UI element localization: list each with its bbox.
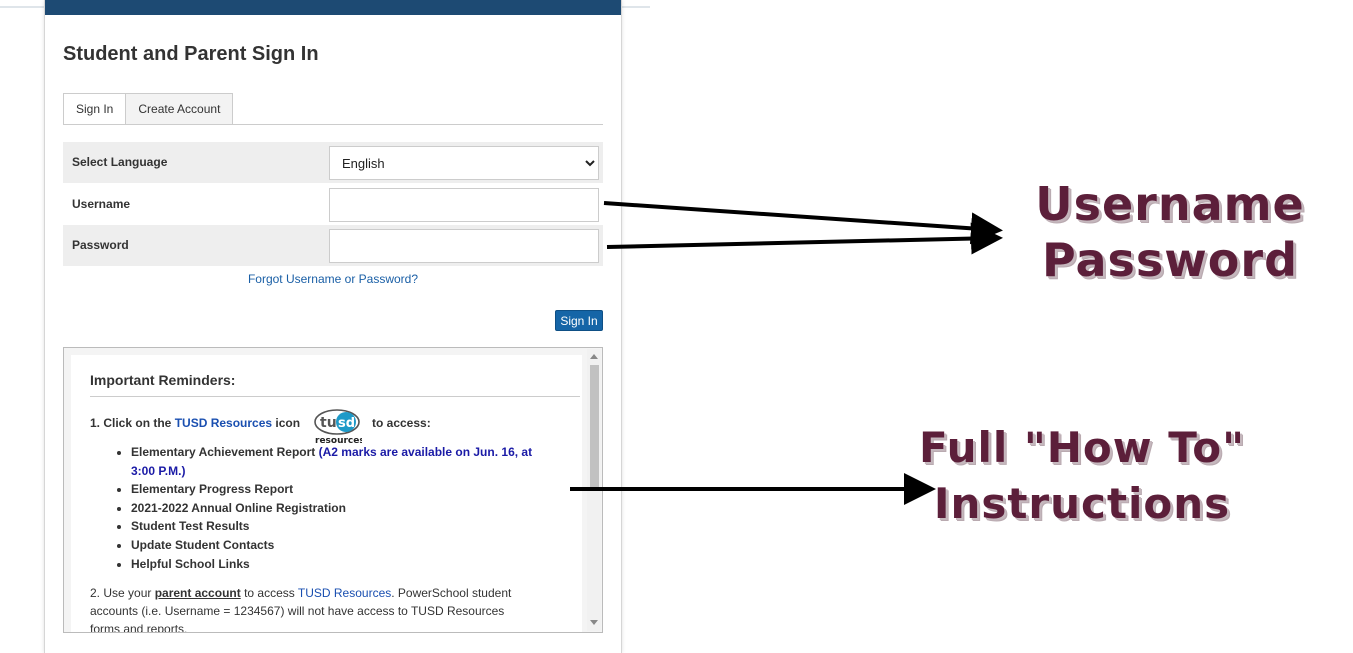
list-item-text: Elementary Progress Report	[131, 482, 294, 497]
list-item-text: Student Test Results	[131, 519, 250, 534]
header-bar	[45, 0, 621, 15]
arrow-username	[603, 201, 1003, 245]
tusd-resources-link[interactable]: TUSD Resources	[175, 416, 272, 430]
tusd-resources-link-2[interactable]: TUSD Resources	[298, 586, 391, 600]
forgot-credentials-link[interactable]: Forgot Username or Password?	[63, 272, 603, 286]
language-select[interactable]: English	[329, 146, 599, 180]
annotation-username-password: Username Password	[980, 176, 1353, 288]
password-label: Password	[72, 238, 129, 252]
tab-bar: Sign In Create Account	[63, 93, 234, 125]
annotation-how-to-line1: Full "How To"	[918, 423, 1246, 472]
sign-in-panel: Student and Parent Sign In Sign In Creat…	[44, 0, 622, 653]
step-2-mid: to access	[244, 586, 295, 600]
language-label: Select Language	[72, 155, 168, 169]
page-title: Student and Parent Sign In	[63, 43, 319, 65]
username-label: Username	[72, 197, 131, 211]
reminders-scrollbar[interactable]	[587, 349, 601, 631]
tab-divider	[63, 124, 603, 125]
step-2-text: 2. Use your parent account to access TUS…	[90, 584, 520, 632]
arrow-password	[606, 222, 1003, 255]
scroll-up-arrow-icon[interactable]	[590, 354, 598, 359]
password-row: Password	[63, 225, 603, 266]
list-item-text: 2021-2022 Annual Online Registration	[131, 500, 346, 515]
scroll-down-arrow-icon[interactable]	[590, 620, 598, 625]
password-input[interactable]	[329, 229, 599, 263]
sign-in-button[interactable]: Sign In	[555, 310, 603, 331]
annotation-how-to-line2: Instructions	[933, 479, 1231, 528]
parent-account-link[interactable]: parent account	[155, 586, 241, 600]
list-item: Helpful School Links	[131, 555, 537, 574]
step-1-mid: icon	[275, 416, 301, 430]
annotation-username: Username	[1035, 177, 1305, 231]
tab-create-account[interactable]: Create Account	[126, 93, 234, 125]
list-item: Elementary Progress Report	[131, 480, 537, 499]
annotation-password: Password	[1042, 233, 1298, 287]
language-row: Select Language English	[63, 142, 603, 183]
resources-list: Elementary Achievement Report (A2 marks …	[117, 443, 537, 573]
tusd-logo-tu: tu	[320, 415, 337, 431]
list-item: Elementary Achievement Report (A2 marks …	[131, 443, 537, 480]
scroll-thumb[interactable]	[590, 365, 599, 487]
step-2-prefix: 2. Use your	[90, 586, 152, 600]
tusd-logo-sd: sd	[338, 416, 355, 431]
annotation-how-to: Full "How To" Instructions	[892, 420, 1272, 532]
list-item-text: Elementary Achievement Report	[131, 445, 316, 459]
list-item: 2021-2022 Annual Online Registration	[131, 499, 537, 518]
list-item: Student Test Results	[131, 517, 537, 536]
reminders-divider	[90, 396, 580, 397]
step-1-prefix: 1. Click on the	[90, 416, 172, 430]
tusd-resources-icon[interactable]: tu sd resources	[312, 408, 362, 446]
reminders-box: Important Reminders: 1. Click on the TUS…	[63, 347, 603, 633]
username-input[interactable]	[329, 188, 599, 222]
list-item: Update Student Contacts	[131, 536, 537, 555]
step-1-suffix: to access:	[372, 416, 431, 430]
reminders-title: Important Reminders:	[90, 372, 236, 388]
tab-sign-in[interactable]: Sign In	[63, 93, 127, 125]
step-1-text: 1. Click on the TUSD Resources icon	[90, 416, 300, 430]
list-item-text: Helpful School Links	[131, 556, 250, 571]
username-row: Username	[63, 184, 603, 225]
list-item-text: Update Student Contacts	[131, 537, 275, 552]
reminders-content: Important Reminders: 1. Click on the TUS…	[71, 355, 582, 632]
